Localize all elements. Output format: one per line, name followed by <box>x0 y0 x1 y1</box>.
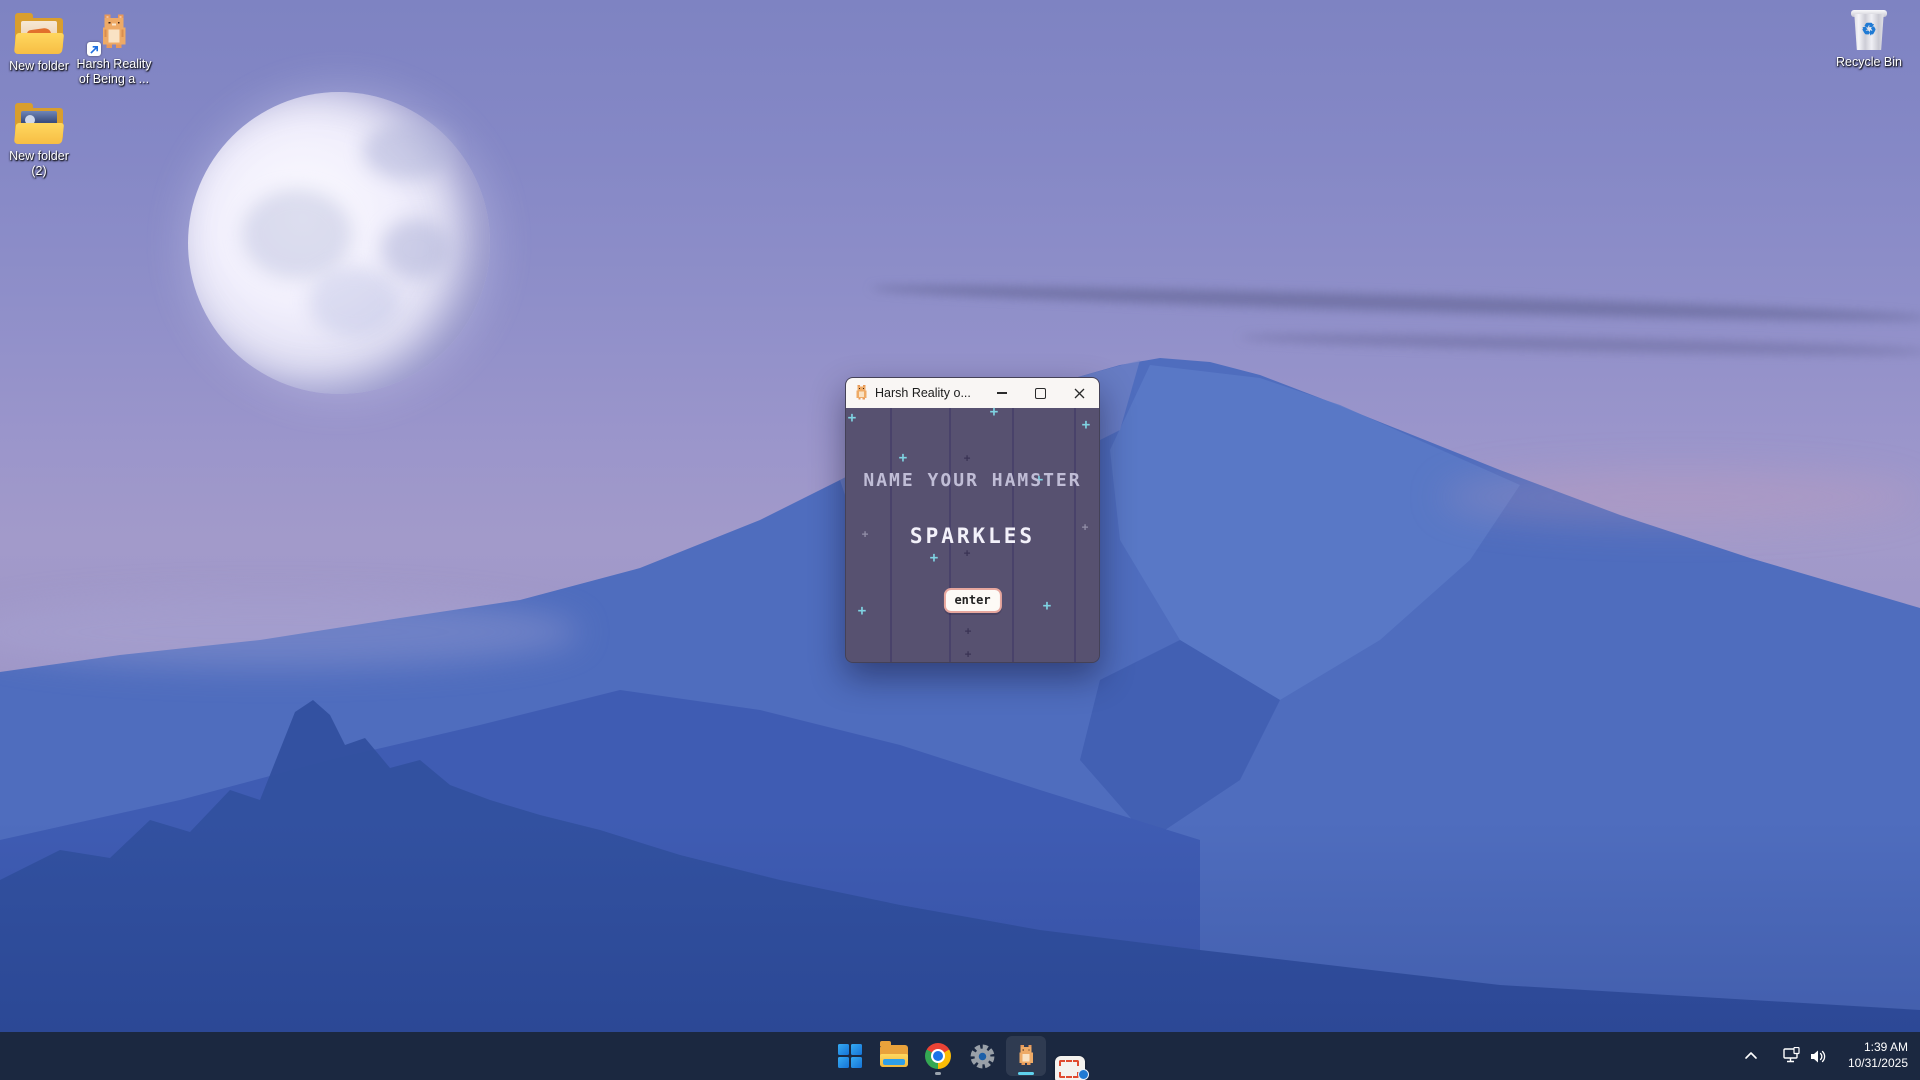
desktop-icon-new-folder[interactable]: New folder <box>1 8 77 74</box>
sparkle-glyph: + <box>899 450 907 466</box>
enter-button[interactable]: enter <box>943 588 1001 613</box>
sparkle-glyph: + <box>990 404 998 420</box>
folder-image-icon <box>12 98 66 146</box>
speaker-icon <box>1809 1048 1828 1065</box>
recycle-bin-icon: ♻ <box>1850 4 1888 52</box>
taskbar-clock[interactable]: 1:39 AM 10/31/2025 <box>1848 1032 1908 1080</box>
window-title: Harsh Reality o... <box>875 386 982 400</box>
chrome-button[interactable] <box>918 1036 958 1076</box>
settings-button[interactable] <box>962 1036 1002 1076</box>
game-window: Harsh Reality o... ++++++++++++++ NAME Y… <box>845 377 1100 663</box>
sparkle-glyph: + <box>858 603 866 619</box>
desktop-icon-recycle-bin[interactable]: ♻ Recycle Bin <box>1831 4 1907 70</box>
desktop-icon-label: Harsh Reality of Being a ... <box>76 57 152 87</box>
snipping-tool-badge <box>1078 1069 1089 1080</box>
hamster-game-icon <box>1017 1043 1035 1069</box>
close-icon <box>1074 388 1085 399</box>
network-icon <box>1782 1047 1802 1065</box>
volume-tray-button[interactable] <box>1809 1032 1828 1080</box>
tray-time: 1:39 AM <box>1864 1040 1908 1056</box>
desktop-icon-label: New folder <box>9 59 69 74</box>
cloud-glow <box>1440 470 1920 524</box>
sparkle-glyph: + <box>964 452 971 465</box>
desktop-icon-label: Recycle Bin <box>1836 55 1902 70</box>
maximize-button[interactable] <box>1021 378 1060 408</box>
minimize-button[interactable] <box>982 378 1021 408</box>
running-indicator <box>935 1072 941 1075</box>
sparkle-glyph: + <box>1082 417 1090 433</box>
desktop-icon-harsh-reality-shortcut[interactable]: Harsh Reality of Being a ... <box>76 6 152 87</box>
game-canvas: ++++++++++++++ NAME YOUR HAMSTER SPARKLE… <box>846 408 1099 662</box>
hamster-name-value: SPARKLES <box>846 524 1099 548</box>
chrome-icon <box>925 1043 951 1069</box>
network-tray-button[interactable] <box>1782 1032 1802 1080</box>
sparkle-glyph: + <box>848 410 856 426</box>
snipping-tool-icon <box>1059 1060 1079 1078</box>
sparkle-glyph: + <box>930 550 938 566</box>
tray-chevron-button[interactable] <box>1744 1032 1758 1080</box>
start-button[interactable] <box>830 1036 870 1076</box>
tray-date: 10/31/2025 <box>1848 1056 1908 1072</box>
active-indicator <box>1018 1072 1034 1075</box>
hamster-game-button[interactable] <box>1006 1036 1046 1076</box>
gear-icon <box>969 1043 996 1070</box>
desktop-icon-new-folder-2[interactable]: New folder (2) <box>1 98 77 179</box>
windows-logo-icon <box>838 1044 862 1068</box>
folder-image-icon <box>12 8 66 56</box>
window-titlebar[interactable]: Harsh Reality o... <box>846 378 1099 408</box>
sparkle-glyph: + <box>964 547 971 560</box>
taskbar: 1:39 AM 10/31/2025 <box>0 1032 1920 1080</box>
window-hamster-icon <box>855 384 868 402</box>
desktop-screen: New folder Harsh Reality of Being a ... <box>0 0 1920 1080</box>
sparkle-glyph: + <box>965 625 972 638</box>
file-explorer-button[interactable] <box>874 1036 914 1076</box>
hamster-shortcut-icon <box>99 6 129 54</box>
file-explorer-icon <box>880 1045 908 1067</box>
close-button[interactable] <box>1060 378 1099 408</box>
game-prompt-text: NAME YOUR HAMSTER <box>846 470 1099 491</box>
desktop-icon-label: New folder (2) <box>1 149 77 179</box>
snipping-tool-button[interactable] <box>1055 1056 1085 1080</box>
chevron-up-icon <box>1744 1049 1758 1063</box>
sparkle-glyph: + <box>965 648 972 661</box>
sparkle-glyph: + <box>1043 598 1051 614</box>
shortcut-arrow-icon <box>87 42 101 56</box>
